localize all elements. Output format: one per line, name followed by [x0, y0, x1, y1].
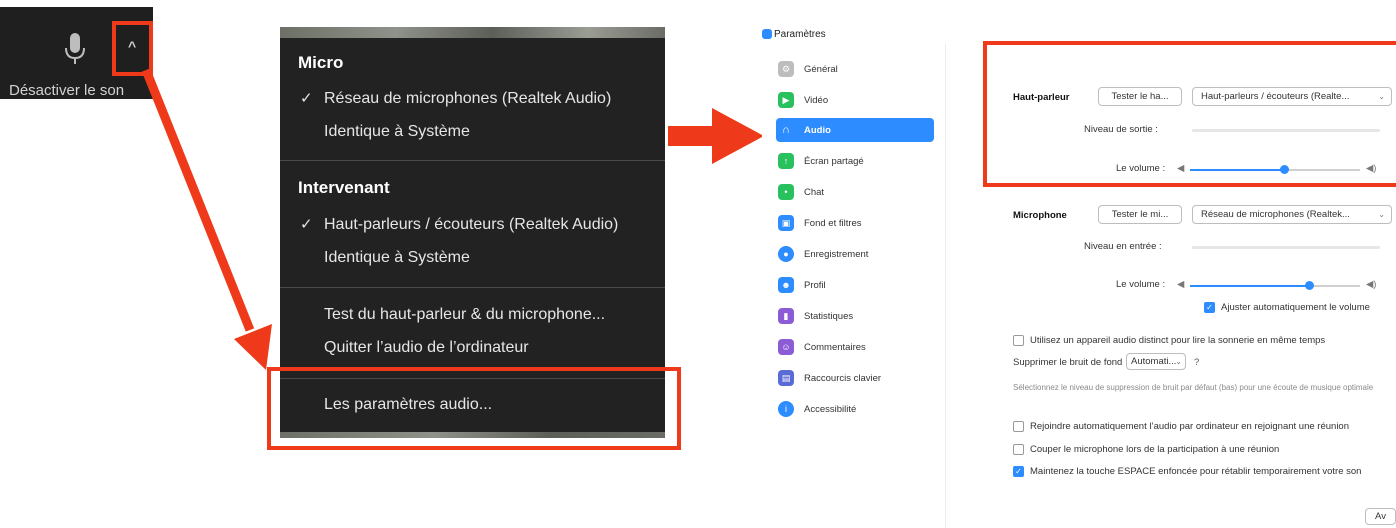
sidebar-item-label: Raccourcis clavier	[804, 372, 882, 384]
sidebar-item-video[interactable]: ▶ Vidéo	[778, 88, 934, 112]
microphone-volume-slider[interactable]	[1190, 285, 1360, 287]
microphone-volume-label: Le volume :	[1116, 279, 1166, 290]
sidebar-item-label: Fond et filtres	[804, 217, 862, 229]
microphone-label: Microphone	[1013, 210, 1067, 221]
noise-suppression-label: Supprimer le bruit de fond	[1013, 357, 1123, 368]
feedback-icon: ☺	[778, 339, 794, 355]
advanced-button[interactable]: Av	[1365, 508, 1396, 525]
microphone-device-select[interactable]: Réseau de microphones (Realtek... ⌄	[1192, 205, 1392, 224]
ringtone-checkbox[interactable]	[1013, 335, 1024, 346]
auto-join-audio-label: Rejoindre automatiquement l’audio par or…	[1030, 421, 1349, 432]
sidebar-item-label: Audio	[804, 124, 831, 136]
input-level-label: Niveau en entrée :	[1084, 241, 1162, 252]
background-icon: ▣	[778, 215, 794, 231]
microphone-device-value: Réseau de microphones (Realtek...	[1201, 209, 1350, 220]
sidebar-item-audio[interactable]: ∩ Audio	[778, 118, 934, 142]
sidebar-item-label: Accessibilité	[804, 403, 857, 415]
sidebar-item-keyboard-shortcuts[interactable]: ▤ Raccourcis clavier	[778, 366, 934, 390]
sidebar-item-statistics[interactable]: ▮ Statistiques	[778, 304, 934, 328]
sidebar-item-label: Chat	[804, 186, 825, 198]
space-to-unmute-label: Maintenez la touche ESPACE enfoncée pour…	[1030, 466, 1362, 477]
sidebar-item-chat[interactable]: • Chat	[778, 180, 934, 204]
sidebar-item-label: Écran partagé	[804, 155, 864, 167]
chat-icon: •	[778, 184, 794, 200]
sidebar-item-label: Profil	[804, 279, 826, 291]
space-to-unmute-checkbox[interactable]: ✓	[1013, 466, 1024, 477]
help-icon[interactable]: ?	[1194, 357, 1199, 368]
diagonal-arrow-head	[234, 324, 272, 370]
sidebar-item-share-screen[interactable]: ↑ Écran partagé	[778, 149, 934, 173]
sidebar-item-feedback[interactable]: ☺ Commentaires	[778, 335, 934, 359]
sidebar-item-label: Vidéo	[804, 94, 829, 106]
horizontal-arrow-head	[712, 108, 764, 164]
noise-suppression-help: Sélectionnez le niveau de suppression de…	[1013, 383, 1374, 392]
microphone-volume-fill	[1190, 285, 1309, 287]
statistics-icon: ▮	[778, 308, 794, 324]
volume-high-icon: ◀)	[1366, 279, 1377, 290]
keyboard-icon: ▤	[778, 370, 794, 386]
sidebar-item-profile[interactable]: ☻ Profil	[778, 273, 934, 297]
test-microphone-button[interactable]: Tester le mi...	[1098, 205, 1182, 224]
mute-on-join-label: Couper le microphone lors de la particip…	[1030, 444, 1280, 455]
input-level-meter	[1192, 246, 1380, 249]
sidebar-item-accessibility[interactable]: i Accessibilité	[778, 397, 934, 421]
sidebar-item-label: Commentaires	[804, 341, 866, 353]
microphone-volume-knob[interactable]	[1305, 281, 1314, 290]
auto-adjust-label: Ajuster automatiquement le volume	[1221, 302, 1370, 313]
volume-low-icon: ◀	[1177, 279, 1185, 290]
video-icon: ▶	[778, 92, 794, 108]
speaker-section-highlight-box	[983, 41, 1396, 187]
sidebar-item-recording[interactable]: ● Enregistrement	[778, 242, 934, 266]
ringtone-label: Utilisez un appareil audio distinct pour…	[1030, 335, 1326, 346]
accessibility-icon: i	[778, 401, 794, 417]
window-title: Paramètres	[774, 29, 826, 40]
sidebar-item-label: Enregistrement	[804, 248, 869, 260]
gear-icon: ⚙	[778, 61, 794, 77]
mute-on-join-checkbox[interactable]	[1013, 444, 1024, 455]
sidebar-item-label: Statistiques	[804, 310, 854, 322]
recording-icon: ●	[778, 246, 794, 262]
chevron-down-icon: ⌄	[1378, 210, 1385, 219]
zoom-app-icon	[762, 29, 772, 39]
diagonal-arrow-shaft	[141, 68, 255, 332]
share-screen-icon: ↑	[778, 153, 794, 169]
sidebar-item-label: Général	[804, 63, 838, 75]
headphones-icon: ∩	[782, 124, 790, 136]
noise-suppression-value: Automati...	[1131, 356, 1177, 367]
sidebar-item-general[interactable]: ⚙ Général	[778, 57, 934, 81]
chevron-down-icon: ⌄	[1175, 357, 1182, 366]
noise-suppression-select[interactable]: Automati... ⌄	[1126, 353, 1186, 370]
sidebar-item-background[interactable]: ▣ Fond et filtres	[778, 211, 934, 235]
auto-join-audio-checkbox[interactable]	[1013, 421, 1024, 432]
horizontal-arrow-shaft	[668, 126, 714, 146]
profile-icon: ☻	[778, 277, 794, 293]
auto-adjust-checkbox[interactable]: ✓	[1204, 302, 1215, 313]
